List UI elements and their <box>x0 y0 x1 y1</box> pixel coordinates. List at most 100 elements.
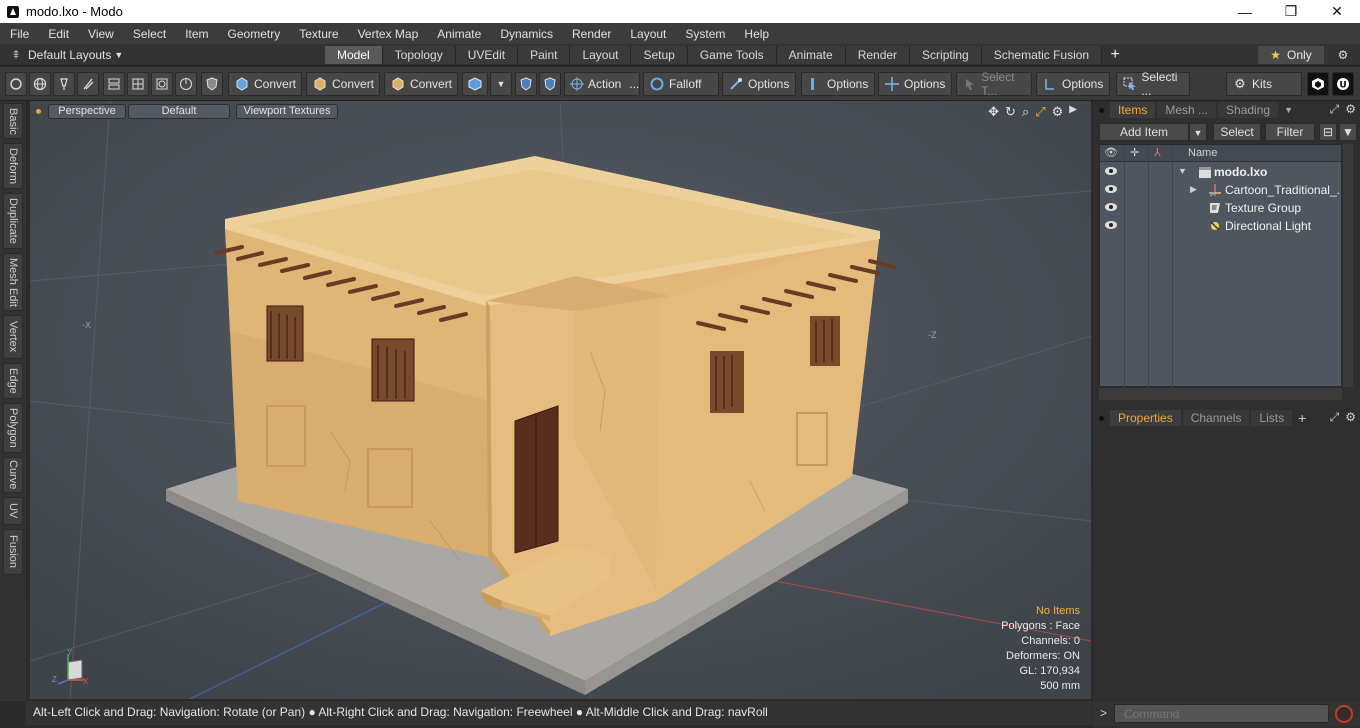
pin-icon[interactable]: ⇞ <box>4 48 28 62</box>
lock-column-icon[interactable]: ✛ <box>1130 146 1139 159</box>
expand-triangle-icon[interactable]: ▼ <box>1178 166 1187 176</box>
pivot-mode-button[interactable] <box>175 72 197 96</box>
item-row-texture-group[interactable]: Texture Group <box>1100 199 1341 217</box>
tab-properties[interactable]: Properties <box>1110 410 1181 426</box>
view-perspective-dropdown[interactable]: Perspective <box>48 104 126 119</box>
menu-view[interactable]: View <box>78 27 123 41</box>
zoom-view-icon[interactable]: ⌕ <box>1022 104 1029 120</box>
lefttab-duplicate[interactable]: Duplicate <box>3 193 23 249</box>
item-row-directional-light[interactable]: Directional Light <box>1100 217 1341 235</box>
tab-model[interactable]: Model <box>325 46 383 64</box>
tab-channels[interactable]: Channels <box>1182 410 1250 426</box>
unity-button[interactable] <box>1307 72 1329 96</box>
name-column-header[interactable]: Name <box>1188 147 1217 159</box>
globe-mode-button[interactable] <box>29 72 51 96</box>
falloff-button[interactable]: Falloff <box>643 72 719 96</box>
items-vertical-scrollbar[interactable] <box>1343 144 1353 387</box>
menu-file[interactable]: File <box>0 27 38 41</box>
lefttab-edge[interactable]: Edge <box>3 363 23 399</box>
collapse-button[interactable]: ⊟ <box>1319 123 1337 141</box>
menu-item[interactable]: Item <box>175 27 217 41</box>
funnel-button[interactable]: ▼ <box>1339 123 1357 141</box>
item-mode-button[interactable] <box>151 72 173 96</box>
tab-uvedit[interactable]: UVEdit <box>455 46 519 64</box>
filter-button[interactable]: Filter <box>1265 123 1315 141</box>
eye-icon[interactable] <box>1104 165 1118 177</box>
maximize-button[interactable]: ❐ <box>1268 0 1314 23</box>
menu-help[interactable]: Help <box>734 27 778 41</box>
viewport-status-dot[interactable] <box>36 109 41 114</box>
chevron-down-icon[interactable]: ▼ <box>1284 105 1293 115</box>
only-button[interactable]: ★ Only <box>1258 46 1324 64</box>
panel-dot-icon[interactable] <box>1099 107 1104 113</box>
tab-setup[interactable]: Setup <box>631 46 688 64</box>
options-button-4[interactable]: Options <box>1036 72 1110 96</box>
close-button[interactable]: ✕ <box>1314 0 1360 23</box>
eye-icon[interactable] <box>1104 183 1118 195</box>
menu-layout[interactable]: Layout <box>620 27 675 41</box>
3d-viewport[interactable]: -X -Z Perspective Default Viewport Textu… <box>30 101 1091 699</box>
add-tab-button[interactable]: + <box>1102 46 1128 64</box>
cube-button[interactable] <box>462 72 488 96</box>
expand-triangle-icon[interactable]: ▶ <box>1190 184 1197 195</box>
symmetry-button[interactable] <box>515 72 537 96</box>
select-through-button[interactable]: Select T... <box>956 70 1032 98</box>
fit-view-icon[interactable]: ⤢ <box>1035 104 1045 120</box>
tab-mesh[interactable]: Mesh ... <box>1157 102 1217 118</box>
move-view-icon[interactable]: ✥ <box>988 104 999 120</box>
view-style-dropdown[interactable]: Default <box>128 104 230 119</box>
gear-icon[interactable]: ⚙ <box>1334 46 1352 64</box>
options-button-3[interactable]: Options <box>878 72 952 96</box>
menu-edit[interactable]: Edit <box>38 27 78 41</box>
viewport-menu-arrow-icon[interactable]: ▶ <box>1069 104 1077 120</box>
tab-lists[interactable]: Lists <box>1251 410 1293 426</box>
menu-texture[interactable]: Texture <box>289 27 347 41</box>
view-shading-dropdown[interactable]: Viewport Textures <box>236 104 338 119</box>
select-button[interactable]: Select <box>1213 123 1261 141</box>
lefttab-curve[interactable]: Curve <box>3 457 23 493</box>
menu-geometry[interactable]: Geometry <box>218 27 290 41</box>
lefttab-uv[interactable]: UV <box>3 497 23 525</box>
layouts-dropdown[interactable]: ⇞ Default Layouts ▼ <box>4 46 123 64</box>
command-input[interactable] <box>1114 704 1329 723</box>
convert-button-3[interactable]: Convert <box>384 72 458 96</box>
expand-panel-icon[interactable]: ⤢ <box>1330 102 1340 117</box>
panel-gear-icon[interactable]: ⚙ <box>1345 102 1356 117</box>
menu-render[interactable]: Render <box>562 27 620 41</box>
cube-dropdown-button[interactable]: ▼ <box>490 72 512 96</box>
lefttab-vertex[interactable]: Vertex <box>3 315 23 359</box>
tab-game-tools[interactable]: Game Tools <box>687 46 777 64</box>
item-row-scene[interactable]: ▼ modo.lxo <box>1100 163 1341 181</box>
expand-panel-icon[interactable]: ⤢ <box>1330 410 1340 425</box>
workplane-button[interactable] <box>539 72 561 96</box>
eye-icon[interactable] <box>1104 201 1118 213</box>
vertices-mode-button[interactable] <box>5 72 27 96</box>
convert-button-1[interactable]: Convert <box>228 72 302 96</box>
tab-shading[interactable]: Shading <box>1218 102 1279 118</box>
viewport-scene[interactable]: -X -Z <box>30 101 1091 699</box>
type-column-icon[interactable]: ⅄ <box>1154 146 1161 159</box>
tab-scripting[interactable]: Scripting <box>910 46 982 64</box>
tab-render[interactable]: Render <box>845 46 911 64</box>
edge-mode-button[interactable] <box>103 72 125 96</box>
selection-sets-button[interactable]: Selecti ... <box>1116 70 1190 98</box>
tab-animate[interactable]: Animate <box>776 46 846 64</box>
panel-gear-icon[interactable]: ⚙ <box>1345 410 1356 425</box>
visibility-column-icon[interactable]: 👁 <box>1104 146 1118 159</box>
convert-button-2[interactable]: Convert <box>306 72 380 96</box>
rotate-view-icon[interactable]: ↻ <box>1005 104 1016 120</box>
lefttab-basic[interactable]: Basic <box>3 103 23 139</box>
options-button-1[interactable]: Options <box>722 72 796 96</box>
kits-button[interactable]: ⚙ Kits <box>1226 72 1302 96</box>
stop-record-icon[interactable] <box>1335 705 1353 723</box>
tab-layout[interactable]: Layout <box>570 46 632 64</box>
item-row-mesh[interactable]: ▶ Cartoon_Traditional_... <box>1100 181 1341 199</box>
menu-animate[interactable]: Animate <box>427 27 490 41</box>
menu-system[interactable]: System <box>675 27 734 41</box>
menu-vertex-map[interactable]: Vertex Map <box>348 27 428 41</box>
pen-tool-button[interactable] <box>53 72 75 96</box>
tab-paint[interactable]: Paint <box>518 46 571 64</box>
lefttab-deform[interactable]: Deform <box>3 143 23 189</box>
tab-items[interactable]: Items <box>1110 102 1156 118</box>
minimize-button[interactable]: — <box>1222 0 1268 23</box>
